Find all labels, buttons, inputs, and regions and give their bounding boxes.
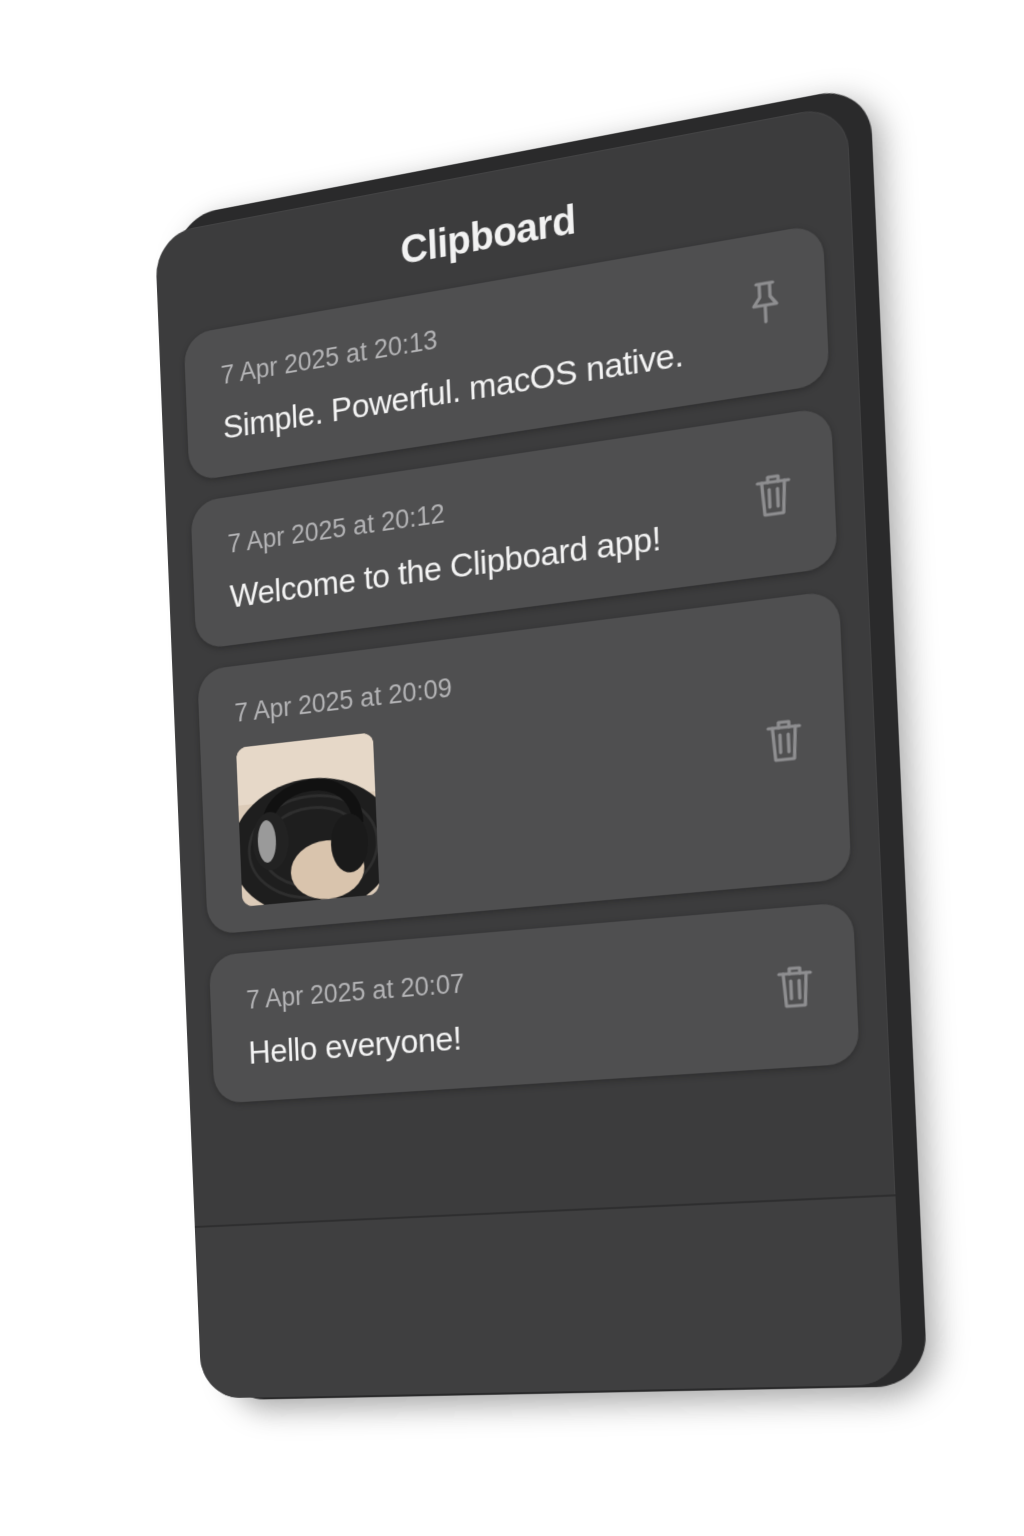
- trash-icon: [754, 470, 793, 521]
- item-timestamp: 7 Apr 2025 at 20:07: [245, 968, 465, 1015]
- footer-bar: [194, 1194, 905, 1399]
- clipboard-window: Clipboard 7 Apr 2025 at 20:13 Simple. Po…: [154, 103, 905, 1399]
- delete-button[interactable]: [762, 714, 806, 768]
- delete-button[interactable]: [752, 467, 796, 522]
- headphones-thumbnail: [236, 732, 380, 907]
- trash-icon: [765, 716, 804, 766]
- clipboard-item[interactable]: 7 Apr 2025 at 20:07 Hello everyone!: [208, 901, 860, 1104]
- item-timestamp: 7 Apr 2025 at 20:09: [234, 672, 453, 728]
- stage: Clipboard 7 Apr 2025 at 20:13 Simple. Po…: [0, 0, 1024, 1536]
- clipboard-item-image[interactable]: 7 Apr 2025 at 20:09: [197, 590, 852, 935]
- delete-button[interactable]: [773, 960, 817, 1013]
- pin-button[interactable]: [743, 275, 787, 331]
- pin-icon: [747, 277, 784, 328]
- trash-icon: [775, 963, 815, 1012]
- device: Clipboard 7 Apr 2025 at 20:13 Simple. Po…: [154, 84, 928, 1401]
